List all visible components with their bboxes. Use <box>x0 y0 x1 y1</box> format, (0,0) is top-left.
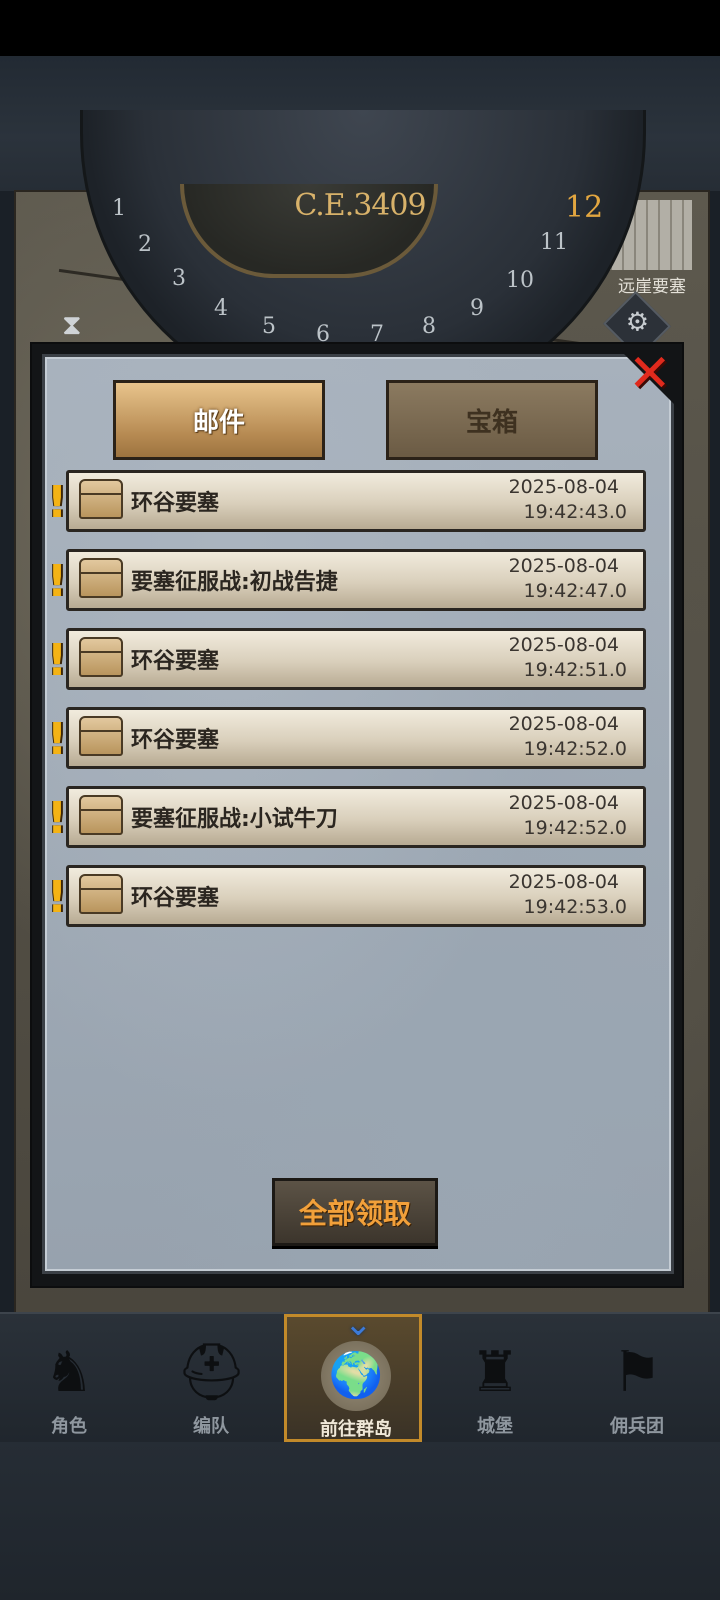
dial-number: 2 <box>138 232 152 257</box>
mail-item[interactable]: ! 环谷要塞 2025-08-04 19:42:51.0 <box>47 628 646 690</box>
tab-chest[interactable]: 宝箱 <box>386 380 598 460</box>
chevron-down-icon: ⌄ <box>344 1304 373 1344</box>
dial-number: 10 <box>506 268 534 293</box>
flag-icon: ⚑ <box>611 1340 663 1405</box>
dial-number: 4 <box>214 296 228 321</box>
nav-label: 佣兵团 <box>610 1416 664 1437</box>
nav-item-mercenary[interactable]: ⚑ 佣兵团 <box>568 1314 706 1442</box>
chest-icon <box>79 874 123 914</box>
dial-number: 8 <box>422 314 436 339</box>
nav-item-character[interactable]: ♞ 角色 <box>0 1314 138 1442</box>
mail-date: 2025-08-04 <box>508 476 619 498</box>
location-label[interactable]: 远崖要塞 <box>618 272 686 297</box>
dial-number: 9 <box>470 296 484 321</box>
chest-icon <box>79 479 123 519</box>
mail-item[interactable]: ! 环谷要塞 2025-08-04 19:42:53.0 <box>47 865 646 927</box>
close-icon[interactable]: ✕ <box>628 348 672 400</box>
castle-icon: ♜ <box>469 1340 521 1405</box>
era-label: C.E.3409 <box>294 188 426 223</box>
mail-title: 环谷要塞 <box>131 491 220 516</box>
mail-date: 2025-08-04 <box>508 634 619 656</box>
nav-label: 城堡 <box>477 1416 513 1437</box>
dial-number: 1 <box>112 196 126 221</box>
mail-item[interactable]: ! 环谷要塞 2025-08-04 19:42:43.0 <box>47 470 646 532</box>
nav-item-castle[interactable]: ♜ 城堡 <box>426 1314 564 1442</box>
knight-icon: ♞ <box>43 1340 95 1405</box>
chest-icon <box>79 795 123 835</box>
alert-icon: ! <box>47 477 68 528</box>
mail-time: 19:42:52.0 <box>523 817 627 839</box>
nav-label: 前往群岛 <box>320 1419 392 1440</box>
chest-icon <box>79 716 123 756</box>
mail-item[interactable]: ! 要塞征服战:小试牛刀 2025-08-04 19:42:52.0 <box>47 786 646 848</box>
mail-title: 环谷要塞 <box>131 728 220 753</box>
mail-title: 环谷要塞 <box>131 886 220 911</box>
globe-icon: 🌍 <box>321 1341 391 1411</box>
alert-icon: ! <box>47 714 68 765</box>
mail-item[interactable]: ! 环谷要塞 2025-08-04 19:42:52.0 <box>47 707 646 769</box>
dial-number: 11 <box>540 230 568 255</box>
mail-date: 2025-08-04 <box>508 871 619 893</box>
mail-item[interactable]: ! 要塞征服战:初战告捷 2025-08-04 19:42:47.0 <box>47 549 646 611</box>
alert-icon: ! <box>47 872 68 923</box>
mail-time: 19:42:53.0 <box>523 896 627 918</box>
mail-time: 19:42:52.0 <box>523 738 627 760</box>
dial-number: 5 <box>262 314 276 339</box>
mail-date: 2025-08-04 <box>508 555 619 577</box>
mail-time: 19:42:47.0 <box>523 580 627 602</box>
chest-icon <box>79 558 123 598</box>
current-hour: 12 <box>565 190 604 225</box>
tab-mail[interactable]: 邮件 <box>113 380 325 460</box>
hourglass-icon[interactable]: ⧗ <box>62 308 82 342</box>
mail-time: 19:42:51.0 <box>523 659 627 681</box>
mail-date: 2025-08-04 <box>508 792 619 814</box>
helmet-icon: ⛑ <box>176 1340 248 1405</box>
claim-all-button[interactable]: 全部领取 <box>272 1178 438 1246</box>
chest-icon <box>79 637 123 677</box>
mail-title: 要塞征服战:初战告捷 <box>131 570 338 595</box>
mail-title: 要塞征服战:小试牛刀 <box>131 807 338 832</box>
mail-title: 环谷要塞 <box>131 649 220 674</box>
nav-label: 角色 <box>51 1416 87 1437</box>
mail-date: 2025-08-04 <box>508 713 619 735</box>
dial-number: 3 <box>172 266 186 291</box>
bottom-band <box>0 1442 720 1600</box>
alert-icon: ! <box>47 635 68 686</box>
nav-label: 编队 <box>193 1416 229 1437</box>
status-bar <box>0 0 720 56</box>
alert-icon: ! <box>47 793 68 844</box>
gear-icon: ⚙ <box>625 307 650 338</box>
mail-time: 19:42:43.0 <box>523 501 627 523</box>
alert-icon: ! <box>47 556 68 607</box>
nav-item-formation[interactable]: ⛑ 编队 <box>142 1314 280 1442</box>
